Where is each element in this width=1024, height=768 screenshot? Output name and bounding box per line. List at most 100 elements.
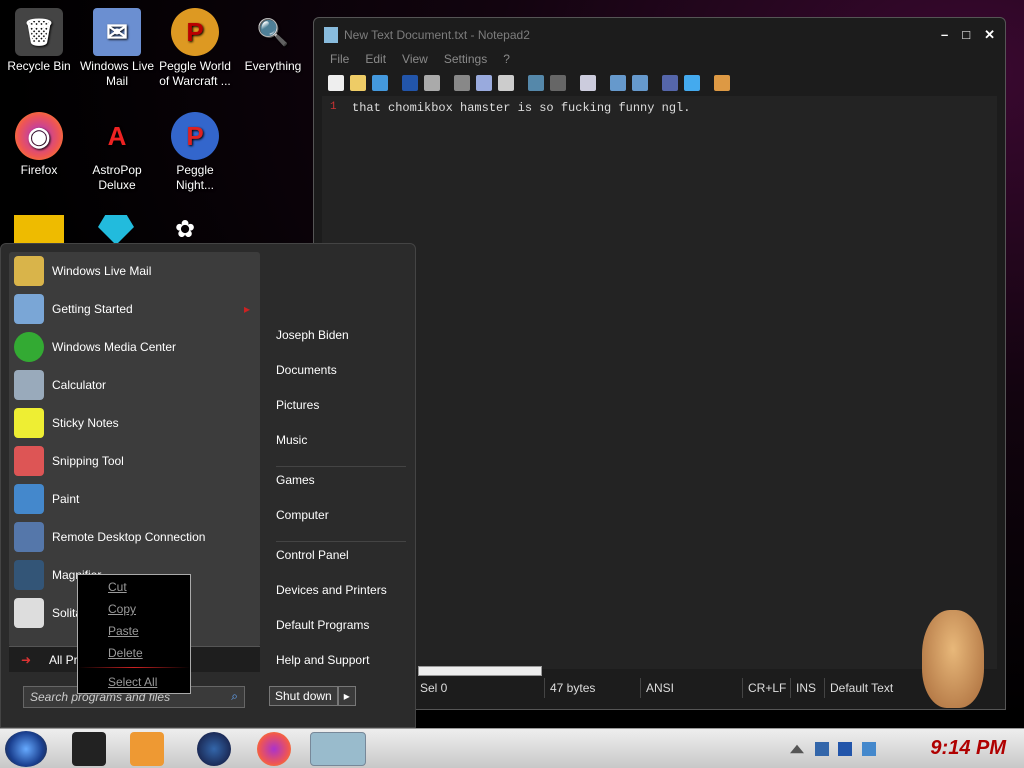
line-number: 1 (330, 101, 337, 113)
start-item-media-center[interactable]: Windows Media Center (9, 328, 260, 366)
media-player-icon[interactable] (130, 732, 164, 766)
peggle-wow-icon[interactable]: P Peggle World of Warcraft ... (156, 8, 234, 89)
undo-icon[interactable] (402, 75, 418, 91)
start-item-windows-live-mail[interactable]: Windows Live Mail (9, 252, 260, 290)
close-button[interactable]: ✕ (984, 27, 995, 43)
getting-started-icon (14, 294, 44, 324)
horizontal-scrollbar[interactable] (418, 666, 542, 676)
clock[interactable]: 9:14 PM (930, 737, 1006, 760)
calculator-icon (14, 370, 44, 400)
menu-file[interactable]: File (330, 52, 349, 70)
everything-icon[interactable]: 🔍 Everything (234, 8, 312, 74)
start-item-getting-started[interactable]: Getting Started ▸ (9, 290, 260, 328)
divider (276, 466, 406, 467)
menu-help[interactable]: ? (503, 52, 510, 70)
start-menu: Windows Live Mail Getting Started ▸ Windo… (0, 243, 416, 728)
start-link-user[interactable]: Joseph Biden (276, 324, 406, 359)
solitaire-icon (14, 598, 44, 628)
new-icon[interactable] (328, 75, 344, 91)
context-paste[interactable]: Paste (78, 620, 190, 642)
peggle-nights-icon[interactable]: P Peggle Night... (156, 112, 234, 193)
flower-icon[interactable]: ✿ (175, 215, 215, 245)
diamond-icon[interactable] (98, 215, 134, 245)
start-item-sticky-notes[interactable]: Sticky Notes (9, 404, 260, 442)
globe-icon[interactable] (197, 732, 231, 766)
shutdown-options-button[interactable]: ▸ (337, 686, 356, 706)
start-link-control-panel[interactable]: Control Panel (276, 544, 406, 579)
shutdown-button[interactable]: Shut down (269, 686, 338, 706)
mail-icon (14, 256, 44, 286)
redo-icon[interactable] (424, 75, 440, 91)
start-link-help[interactable]: Help and Support (276, 649, 406, 684)
status-encoding: ANSI (640, 678, 742, 698)
taskbar-app-icon[interactable] (72, 732, 106, 766)
firefox-icon[interactable]: ◉ Firefox (0, 112, 78, 178)
tray-expand-icon[interactable] (790, 744, 804, 754)
scheme-icon[interactable] (662, 75, 678, 91)
paint-icon (14, 484, 44, 514)
find-icon[interactable] (528, 75, 544, 91)
network-icon[interactable] (838, 742, 852, 756)
start-item-paint[interactable]: Paint (9, 480, 260, 518)
zoom-out-icon[interactable] (632, 75, 648, 91)
menu-settings[interactable]: Settings (444, 52, 487, 70)
context-cut[interactable]: Cut (78, 576, 190, 598)
save-icon[interactable] (372, 75, 388, 91)
sticky-notes-icon (14, 408, 44, 438)
context-delete[interactable]: Delete (78, 642, 190, 664)
game-icon[interactable] (14, 215, 64, 245)
start-button[interactable] (5, 731, 47, 767)
open-icon[interactable] (350, 75, 366, 91)
editor-area[interactable]: 1 that chomikbox hamster is so fucking f… (322, 96, 997, 669)
status-lexer: Default Text (824, 678, 914, 698)
editor-text: that chomikbox hamster is so fucking fun… (352, 101, 691, 115)
cut-icon[interactable] (454, 75, 470, 91)
remote-desktop-icon (14, 522, 44, 552)
start-link-documents[interactable]: Documents (276, 359, 406, 394)
paste-icon[interactable] (498, 75, 514, 91)
context-divider (78, 667, 190, 668)
window-title: New Text Document.txt - Notepad2 (344, 28, 530, 42)
recycle-bin-icon[interactable]: 🗑 Recycle Bin (0, 8, 78, 74)
shutdown-group: Shut down ▸ (269, 686, 356, 706)
notepad-titlebar[interactable]: New Text Document.txt - Notepad2 – □ ✕ (314, 18, 1005, 52)
context-select-all[interactable]: Select All (78, 671, 190, 693)
start-link-devices[interactable]: Devices and Printers (276, 579, 406, 614)
status-bar: Sel 0 47 bytes ANSI CR+LF INS Default Te… (314, 677, 1005, 699)
start-link-games[interactable]: Games (276, 469, 406, 504)
magnifier-icon (14, 560, 44, 590)
copy-icon[interactable] (476, 75, 492, 91)
firefox-taskbar-icon[interactable] (257, 732, 291, 766)
start-link-music[interactable]: Music (276, 429, 406, 464)
windows-live-mail-icon[interactable]: ✉ Windows Live Mail (78, 8, 156, 89)
replace-icon[interactable] (550, 75, 566, 91)
start-item-remote-desktop[interactable]: Remote Desktop Connection (9, 518, 260, 556)
scissors-icon (14, 446, 44, 476)
exit-icon[interactable] (714, 75, 730, 91)
notepad-taskbar-button[interactable] (310, 732, 366, 766)
notepad-app-icon (324, 27, 338, 43)
menu-edit[interactable]: Edit (365, 52, 386, 70)
minimize-button[interactable]: – (941, 27, 948, 43)
astropop-icon[interactable]: A AstroPop Deluxe (78, 112, 156, 193)
start-link-computer[interactable]: Computer (276, 504, 406, 539)
customize-icon[interactable] (684, 75, 700, 91)
volume-icon[interactable] (862, 742, 876, 756)
tray-device-icon[interactable] (815, 742, 829, 756)
menu-view[interactable]: View (402, 52, 428, 70)
submenu-arrow-icon: ▸ (243, 302, 250, 316)
context-menu: Cut Copy Paste Delete Select All (77, 574, 191, 694)
menu-bar: File Edit View Settings ? (314, 52, 1005, 70)
context-copy[interactable]: Copy (78, 598, 190, 620)
start-link-pictures[interactable]: Pictures (276, 394, 406, 429)
start-item-snipping-tool[interactable]: Snipping Tool (9, 442, 260, 480)
zoom-in-icon[interactable] (610, 75, 626, 91)
start-link-default-programs[interactable]: Default Programs (276, 614, 406, 649)
start-item-calculator[interactable]: Calculator (9, 366, 260, 404)
maximize-button[interactable]: □ (962, 27, 970, 43)
status-ins: INS (790, 678, 824, 698)
taskbar: 9:14 PM (0, 728, 1024, 768)
search-icon[interactable]: ⌕ (231, 689, 238, 704)
divider (276, 541, 406, 542)
wordwrap-icon[interactable] (580, 75, 596, 91)
